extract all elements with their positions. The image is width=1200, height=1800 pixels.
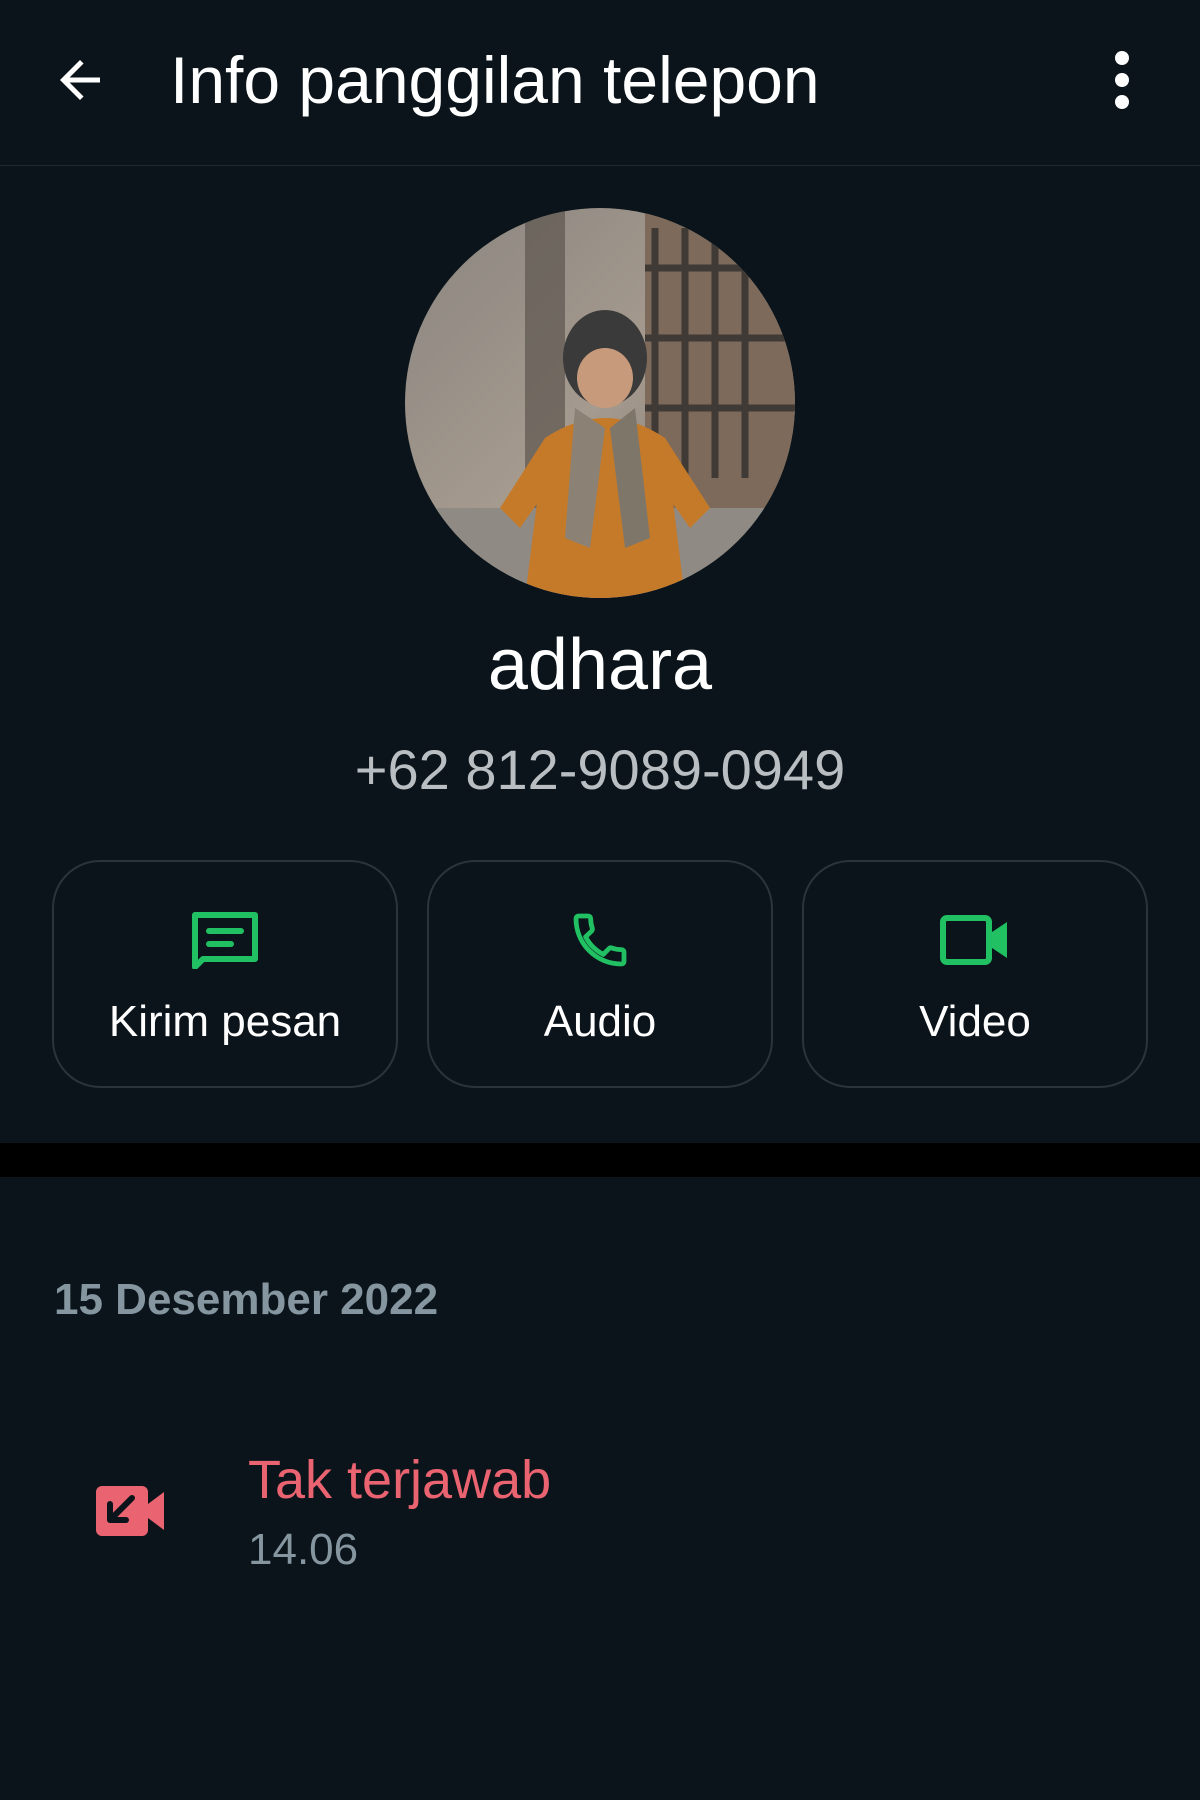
app-bar: Info panggilan telepon	[0, 0, 1200, 166]
more-vertical-icon	[1115, 51, 1129, 109]
message-icon	[185, 908, 265, 972]
contact-name: adhara	[487, 625, 713, 705]
profile-photo	[405, 208, 795, 598]
missed-video-call-icon	[94, 1480, 166, 1542]
send-message-button[interactable]: Kirim pesan	[52, 860, 398, 1088]
arrow-left-icon	[60, 60, 100, 100]
contact-phone: +62 812-9089-0949	[354, 738, 846, 801]
audio-call-button[interactable]: Audio	[427, 860, 773, 1088]
more-options-button[interactable]	[1092, 40, 1152, 120]
back-button[interactable]	[40, 40, 120, 120]
avatar[interactable]	[405, 208, 795, 598]
video-call-label: Video	[919, 997, 1031, 1046]
audio-call-label: Audio	[543, 997, 657, 1046]
video-call-button[interactable]: Video	[802, 860, 1148, 1088]
call-log-item[interactable]: Tak terjawab 14.06	[0, 1440, 1200, 1600]
action-buttons: Kirim pesan Audio Video	[52, 860, 1148, 1090]
section-divider	[0, 1143, 1200, 1177]
call-time: 14.06	[248, 1525, 359, 1574]
video-camera-icon	[935, 908, 1015, 972]
call-status: Tak terjawab	[248, 1450, 552, 1510]
phone-icon	[560, 908, 640, 972]
page-title: Info panggilan telepon	[170, 43, 820, 117]
send-message-label: Kirim pesan	[108, 997, 342, 1046]
call-log-date: 15 Desember 2022	[54, 1275, 439, 1324]
